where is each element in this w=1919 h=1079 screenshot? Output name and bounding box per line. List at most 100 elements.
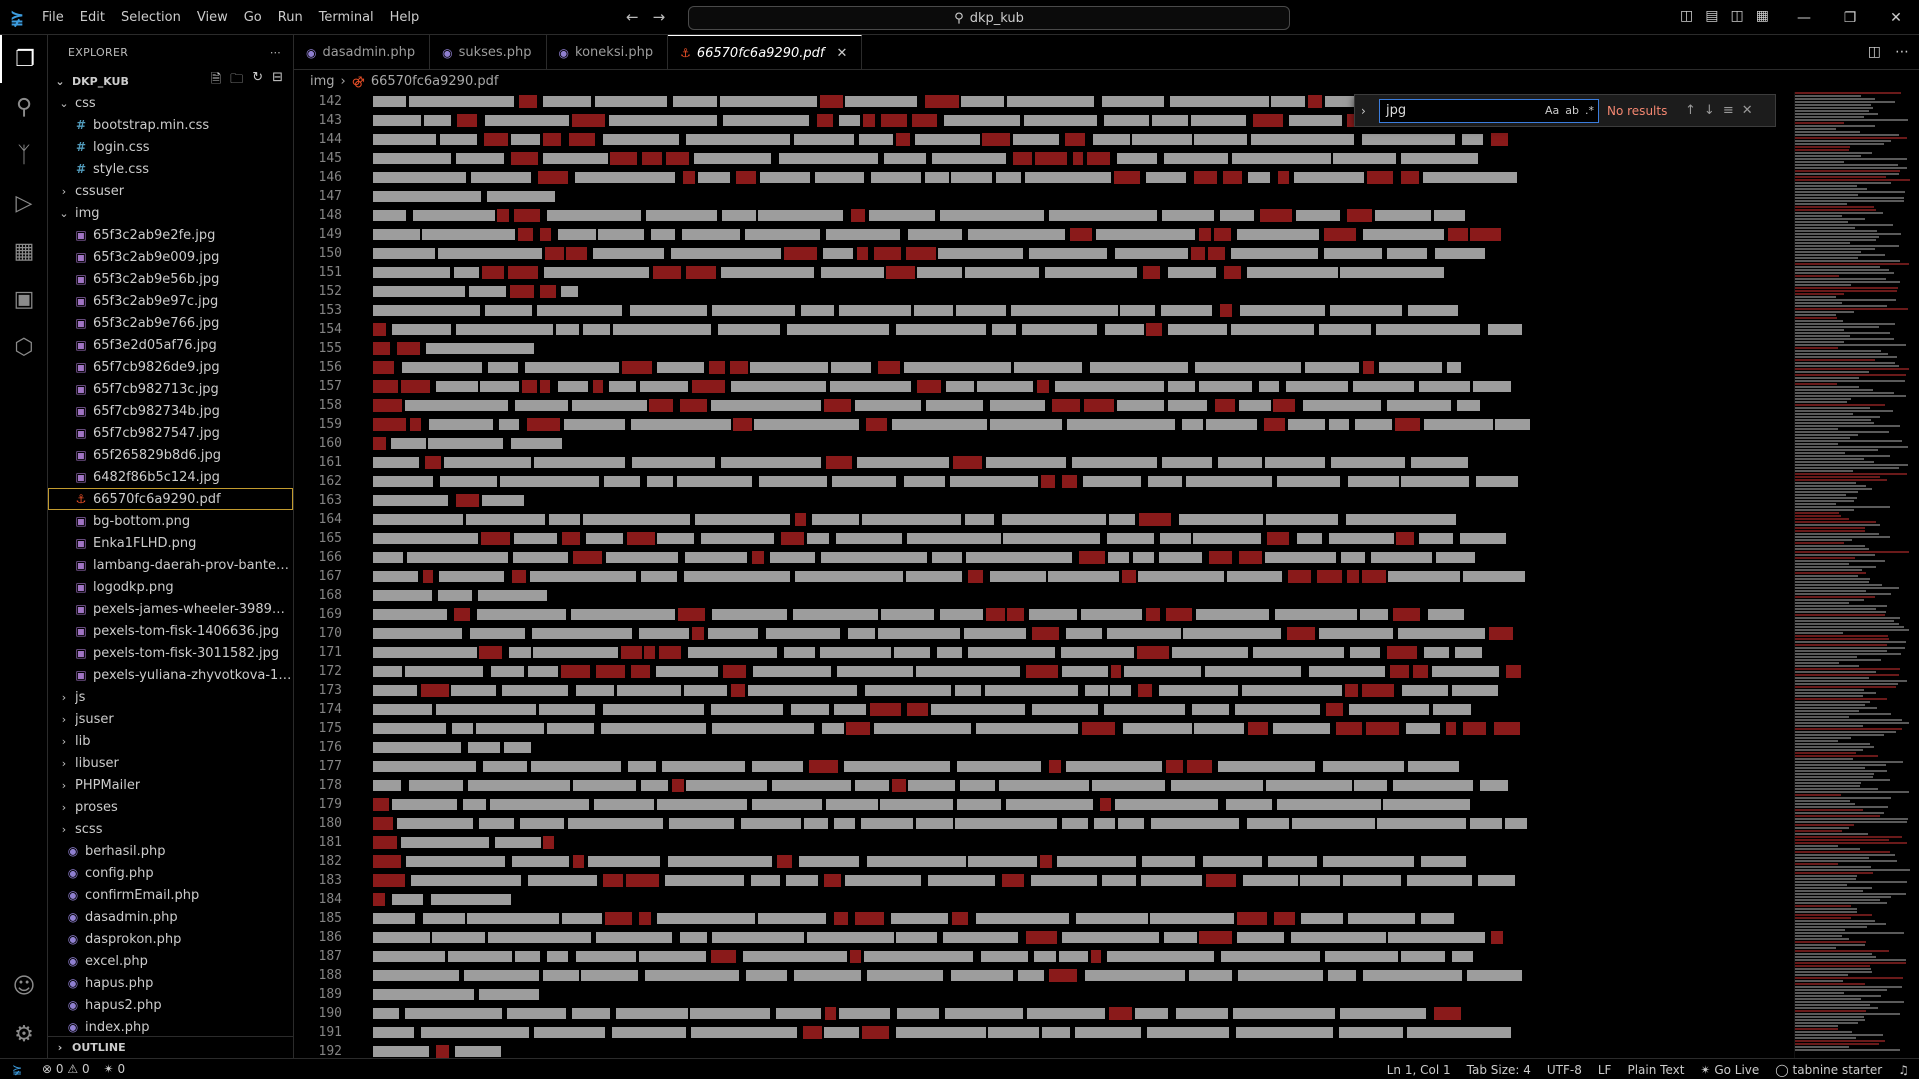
run-debug-icon[interactable]: ▷ bbox=[0, 179, 48, 227]
close-find-icon[interactable]: ✕ bbox=[1742, 103, 1753, 118]
file-item[interactable]: ▣ 65f3c2ab9e97c.jpg bbox=[48, 290, 293, 312]
file-item[interactable]: ▣ logodkp.png bbox=[48, 576, 293, 598]
explorer-icon[interactable]: ❐ bbox=[0, 35, 48, 83]
menu-file[interactable]: File bbox=[34, 0, 72, 35]
code-line[interactable]: 182 bbox=[294, 852, 1794, 871]
cursor-position[interactable]: Ln 1, Col 1 bbox=[1387, 1063, 1451, 1077]
code-line[interactable]: 157 bbox=[294, 377, 1794, 396]
end-of-line[interactable]: LF bbox=[1598, 1063, 1612, 1077]
file-item[interactable]: ▣ 65f7cb9827547.jpg bbox=[48, 422, 293, 444]
command-center-search[interactable]: ⚲ dkp_kub bbox=[688, 6, 1290, 30]
code-line[interactable]: 166 bbox=[294, 548, 1794, 567]
code-line[interactable]: 181 bbox=[294, 833, 1794, 852]
code-line[interactable]: 152 bbox=[294, 282, 1794, 301]
menu-terminal[interactable]: Terminal bbox=[311, 0, 382, 35]
file-item[interactable]: ◉ confirmEmail.php bbox=[48, 884, 293, 906]
use-regex-toggle[interactable]: .* bbox=[1585, 104, 1594, 117]
file-item[interactable]: ▣lambang-daerah-prov-banten-e1... bbox=[48, 554, 293, 576]
code-line[interactable]: 171 bbox=[294, 643, 1794, 662]
file-item[interactable]: ◉ hapus.php bbox=[48, 972, 293, 994]
file-item[interactable]: ▣ Enka1FLHD.png bbox=[48, 532, 293, 554]
file-item[interactable]: ▣ 65f7cb982734b.jpg bbox=[48, 400, 293, 422]
code-line[interactable]: 163 bbox=[294, 491, 1794, 510]
folder-css[interactable]: ⌄ css bbox=[48, 92, 293, 114]
next-match-icon[interactable]: ↓ bbox=[1704, 103, 1715, 118]
file-item[interactable]: ◉ index.php bbox=[48, 1016, 293, 1038]
code-line[interactable]: 172 bbox=[294, 662, 1794, 681]
remote-explorer-icon[interactable]: ▣ bbox=[0, 275, 48, 323]
code-line[interactable]: 180 bbox=[294, 814, 1794, 833]
file-item[interactable]: ▣ 65f3e2d05af76.jpg bbox=[48, 334, 293, 356]
code-line[interactable]: 169 bbox=[294, 605, 1794, 624]
file-item[interactable]: ▣ 65f7cb9826de9.jpg bbox=[48, 356, 293, 378]
folder-phpmailer[interactable]: › PHPMailer bbox=[48, 774, 293, 796]
menu-run[interactable]: Run bbox=[270, 0, 311, 35]
code-line[interactable]: 168 bbox=[294, 586, 1794, 605]
code-line[interactable]: 187 bbox=[294, 947, 1794, 966]
source-control-icon[interactable]: ᛉ bbox=[0, 131, 48, 179]
code-line[interactable]: 147 bbox=[294, 187, 1794, 206]
code-line[interactable]: 176 bbox=[294, 738, 1794, 757]
file-item[interactable]: ▣ 65f7cb982713c.jpg bbox=[48, 378, 293, 400]
code-line[interactable]: 156 bbox=[294, 358, 1794, 377]
tab-koneksi-php[interactable]: ◉ koneksi.php bbox=[547, 35, 669, 70]
code-line[interactable]: 160 bbox=[294, 434, 1794, 453]
code-line[interactable]: 153 bbox=[294, 301, 1794, 320]
settings-gear-icon[interactable]: ⚙ bbox=[0, 1010, 48, 1058]
folder-cssuser[interactable]: › cssuser bbox=[48, 180, 293, 202]
folder-img[interactable]: ⌄ img bbox=[48, 202, 293, 224]
file-item[interactable]: # bootstrap.min.css bbox=[48, 114, 293, 136]
code-line[interactable]: 150 bbox=[294, 244, 1794, 263]
folder-js[interactable]: › js bbox=[48, 686, 293, 708]
file-item[interactable]: ▣pexels-james-wheeler-3989845.jpg bbox=[48, 598, 293, 620]
file-item[interactable]: ▣ pexels-tom-fisk-3011582.jpg bbox=[48, 642, 293, 664]
tab-dasadmin-php[interactable]: ◉ dasadmin.php bbox=[294, 35, 431, 70]
new-folder-icon[interactable]: 🗀 bbox=[230, 70, 243, 92]
more-actions-icon[interactable]: ⋯ bbox=[270, 46, 281, 59]
folder-proses[interactable]: › proses bbox=[48, 796, 293, 818]
code-line[interactable]: 186 bbox=[294, 928, 1794, 947]
code-line[interactable]: 148 bbox=[294, 206, 1794, 225]
toggle-replace-icon[interactable]: › bbox=[1361, 104, 1371, 118]
file-item[interactable]: ⚓ 66570fc6a9290.pdf bbox=[48, 488, 293, 510]
tab-sukses-php[interactable]: ◉ sukses.php bbox=[430, 35, 547, 70]
match-whole-word-toggle[interactable]: ab bbox=[1565, 104, 1579, 117]
code-line[interactable]: 179 bbox=[294, 795, 1794, 814]
code-line[interactable]: 170 bbox=[294, 624, 1794, 643]
code-line[interactable]: 185 bbox=[294, 909, 1794, 928]
code-line[interactable]: 178 bbox=[294, 776, 1794, 795]
folder-lib[interactable]: › lib bbox=[48, 730, 293, 752]
close-tab-icon[interactable]: ✕ bbox=[836, 46, 847, 61]
code-line[interactable]: 167 bbox=[294, 567, 1794, 586]
customize-layout-icon[interactable]: ▦ bbox=[1756, 8, 1769, 24]
forward-arrow-icon[interactable]: → bbox=[653, 8, 666, 26]
file-item[interactable]: ◉ berhasil.php bbox=[48, 840, 293, 862]
accounts-icon[interactable]: ☺ bbox=[0, 962, 48, 1010]
new-file-icon[interactable]: 🗎 bbox=[211, 70, 221, 92]
file-item[interactable]: ◉ excel.php bbox=[48, 950, 293, 972]
code-line[interactable]: 192 bbox=[294, 1042, 1794, 1058]
folder-scss[interactable]: › scss bbox=[48, 818, 293, 840]
notifications-bell-icon[interactable]: ♫ bbox=[1898, 1063, 1909, 1077]
menu-help[interactable]: Help bbox=[382, 0, 428, 35]
previous-match-icon[interactable]: ↑ bbox=[1685, 103, 1696, 118]
code-line[interactable]: 184 bbox=[294, 890, 1794, 909]
file-item[interactable]: ▣ 65f3c2ab9e2fe.jpg bbox=[48, 224, 293, 246]
code-line[interactable]: 188 bbox=[294, 966, 1794, 985]
search-view-icon[interactable]: ⚲ bbox=[0, 83, 48, 131]
go-live-button[interactable]: ✴ Go Live bbox=[1700, 1063, 1759, 1077]
code-line[interactable]: 161 bbox=[294, 453, 1794, 472]
minimize-icon[interactable]: — bbox=[1781, 0, 1827, 35]
code-line[interactable]: 164 bbox=[294, 510, 1794, 529]
tabnine-status[interactable]: ◯ tabnine starter bbox=[1775, 1063, 1882, 1077]
toggle-secondary-sidebar-icon[interactable]: ◫ bbox=[1730, 8, 1743, 24]
file-item[interactable]: ▣pexels-yuliana-zhyvotkova-15780... bbox=[48, 664, 293, 686]
code-line[interactable]: 175 bbox=[294, 719, 1794, 738]
file-item[interactable]: ▣ pexels-tom-fisk-1406636.jpg bbox=[48, 620, 293, 642]
find-in-selection-icon[interactable]: ≡ bbox=[1723, 103, 1734, 118]
close-window-icon[interactable]: ✕ bbox=[1873, 0, 1919, 35]
tab-size[interactable]: Tab Size: 4 bbox=[1467, 1063, 1531, 1077]
back-arrow-icon[interactable]: ← bbox=[626, 8, 639, 26]
match-case-toggle[interactable]: Aa bbox=[1545, 104, 1559, 117]
code-line[interactable]: 158 bbox=[294, 396, 1794, 415]
